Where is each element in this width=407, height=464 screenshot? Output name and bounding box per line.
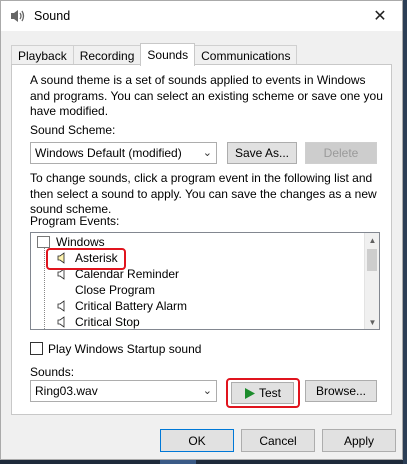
event-label: Critical Stop <box>75 315 140 329</box>
event-label: Critical Battery Alarm <box>75 299 188 313</box>
cancel-button[interactable]: Cancel <box>241 429 315 452</box>
tab-playback[interactable]: Playback <box>11 45 74 65</box>
sound-scheme-select[interactable]: Windows Default (modified) ⌄ <box>30 142 217 164</box>
delete-button[interactable]: Delete <box>305 142 377 164</box>
speaker-icon <box>57 300 65 312</box>
tab-sounds[interactable]: Sounds <box>140 43 196 66</box>
scroll-thumb[interactable] <box>367 249 377 271</box>
test-highlight-box <box>226 378 300 408</box>
chevron-down-icon: ⌄ <box>202 147 212 159</box>
sound-dialog: Sound ✕ Playback Recording Sounds Commun… <box>0 0 403 460</box>
program-events-list[interactable]: Windows Asterisk Calendar Reminder Close… <box>30 232 380 330</box>
sounds-panel: A sound theme is a set of sounds applied… <box>11 64 392 415</box>
ok-button[interactable]: OK <box>160 429 234 452</box>
speaker-icon <box>57 316 65 328</box>
instructions-text: To change sounds, click a program event … <box>30 171 377 216</box>
chevron-down-icon: ⌄ <box>202 385 212 397</box>
list-item[interactable]: Critical Battery Alarm <box>31 298 361 314</box>
scheme-value: Windows Default (modified) <box>35 146 182 160</box>
event-label: Windows <box>56 235 105 249</box>
scroll-down-icon[interactable]: ▼ <box>365 315 379 329</box>
sounds-label: Sounds: <box>30 365 75 379</box>
desktop-background <box>403 0 407 464</box>
windows-group-icon <box>37 236 50 248</box>
list-item[interactable]: Critical Stop <box>31 314 361 329</box>
close-button[interactable]: ✕ <box>358 1 402 31</box>
startup-sound-label: Play Windows Startup sound <box>48 342 202 356</box>
startup-sound-checkbox[interactable] <box>30 342 43 355</box>
title-bar: Sound ✕ <box>1 1 402 31</box>
sound-file-value: Ring03.wav <box>35 384 98 398</box>
tab-communications[interactable]: Communications <box>194 45 298 65</box>
scroll-up-icon[interactable]: ▲ <box>365 233 379 247</box>
tab-recording[interactable]: Recording <box>72 45 142 65</box>
browse-button[interactable]: Browse... <box>305 380 377 402</box>
sound-file-select[interactable]: Ring03.wav ⌄ <box>30 380 217 402</box>
event-label: Close Program <box>75 283 156 297</box>
apply-button[interactable]: Apply <box>322 429 396 452</box>
events-scrollbar[interactable]: ▲ ▼ <box>364 233 379 329</box>
speaker-app-icon <box>11 10 25 22</box>
list-item[interactable]: Close Program <box>31 282 361 298</box>
asterisk-highlight-box <box>46 248 126 270</box>
tab-strip: Playback Recording Sounds Communications <box>11 43 298 66</box>
program-events-label: Program Events: <box>30 214 120 228</box>
close-icon: ✕ <box>373 8 387 25</box>
theme-description: A sound theme is a set of sounds applied… <box>30 73 383 118</box>
save-as-button[interactable]: Save As... <box>227 142 297 164</box>
window-title: Sound <box>34 9 71 23</box>
scheme-label: Sound Scheme: <box>30 123 116 137</box>
